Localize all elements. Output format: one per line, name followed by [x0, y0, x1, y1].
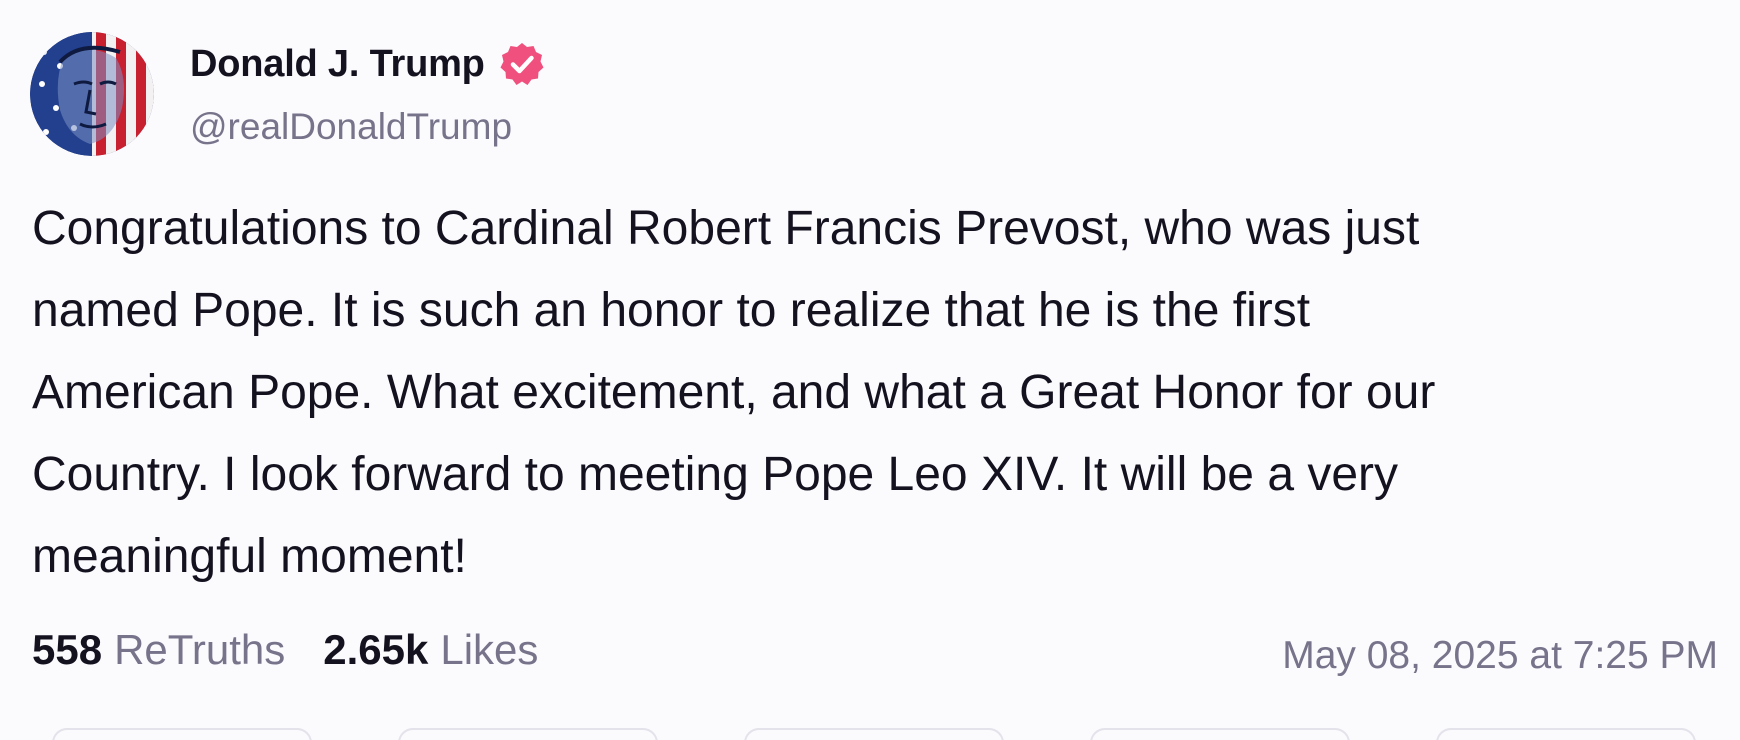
like-button[interactable] — [744, 728, 1004, 740]
author-avatar[interactable] — [30, 32, 154, 156]
retruths-label: ReTruths — [114, 626, 286, 673]
post-content-line: American Pope. What excitement, and what… — [32, 366, 1436, 419]
author-display-name[interactable]: Donald J. Trump — [190, 43, 485, 86]
share-button[interactable] — [1090, 728, 1350, 740]
retruths-count: 558 — [32, 626, 103, 673]
post-content-line: named Pope. It is such an honor to reali… — [32, 284, 1311, 337]
retruths-stat[interactable]: 558 ReTruths — [32, 626, 285, 674]
post-content-line: meaningful moment! — [32, 530, 467, 583]
post-stats: 558 ReTruths 2.65k Likes — [32, 626, 538, 674]
verified-badge-icon — [499, 41, 545, 87]
retruth-button[interactable] — [398, 728, 658, 740]
action-bar — [0, 728, 1740, 740]
post-timestamp[interactable]: May 08, 2025 at 7:25 PM — [1282, 634, 1718, 678]
likes-stat[interactable]: 2.65k Likes — [323, 626, 538, 674]
author-name-row: Donald J. Trump — [190, 40, 545, 88]
author-handle[interactable]: @realDonaldTrump — [190, 106, 512, 148]
more-button[interactable] — [1436, 728, 1696, 740]
post-content-line: Congratulations to Cardinal Robert Franc… — [32, 202, 1420, 255]
post-content: Congratulations to Cardinal Robert Franc… — [32, 188, 1702, 598]
truth-post: Donald J. Trump @realDonaldTrump Congrat… — [0, 0, 1740, 740]
avatar-image — [30, 32, 154, 156]
likes-count: 2.65k — [323, 626, 429, 673]
reply-button[interactable] — [52, 728, 312, 740]
likes-label: Likes — [440, 626, 539, 673]
post-content-line: Country. I look forward to meeting Pope … — [32, 448, 1399, 501]
